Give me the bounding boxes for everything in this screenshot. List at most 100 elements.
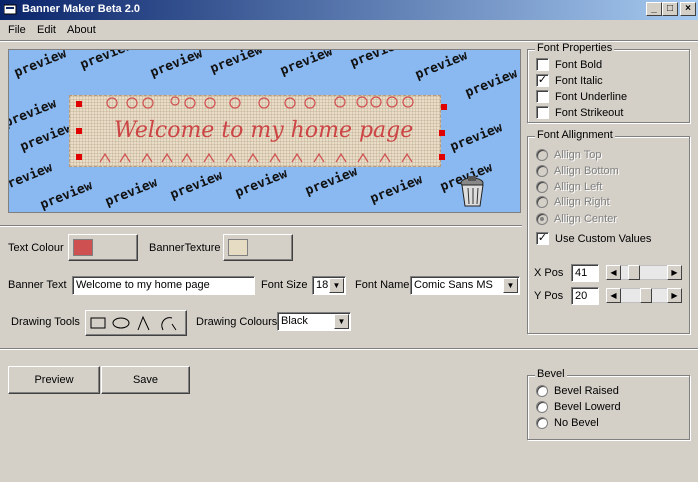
align-left-radio[interactable]: Allign Left (536, 181, 602, 193)
minimize-button[interactable]: _ (646, 2, 662, 16)
no-bevel-radio[interactable]: No Bevel (536, 417, 599, 429)
font-properties-group: Font Properties Font Bold ✓ Font Italic … (527, 42, 690, 123)
ypos-input[interactable]: 20 (571, 287, 599, 305)
font-properties-title: Font Properties (535, 42, 615, 54)
watermark-text: preview (368, 172, 425, 207)
font-size-value: 18 (316, 279, 329, 291)
align-right-label: Allign Right (554, 196, 610, 208)
watermark-text: preview (303, 164, 360, 199)
radio-circle[interactable] (536, 165, 548, 177)
menu-edit[interactable]: Edit (37, 24, 56, 36)
bevel-raised-radio[interactable]: Bevel Raised (536, 385, 619, 397)
radio-circle[interactable] (536, 149, 548, 161)
font-underline-checkbox[interactable]: Font Underline (536, 90, 627, 103)
watermark-text: preview (413, 49, 470, 83)
scroll-right-icon[interactable]: ▶ (667, 265, 682, 280)
font-alignment-title: Font Allignment (535, 129, 615, 141)
radio-circle[interactable] (536, 213, 548, 225)
checkbox-box[interactable] (536, 58, 549, 71)
scroll-right-icon[interactable]: ▶ (667, 288, 682, 303)
resize-handle[interactable] (439, 154, 445, 160)
align-top-radio[interactable]: Allign Top (536, 149, 602, 161)
font-italic-label: Font Italic (555, 74, 603, 87)
maximize-button[interactable]: □ (662, 2, 678, 16)
ellipse-tool-icon[interactable] (112, 317, 130, 329)
font-italic-checkbox[interactable]: ✓ Font Italic (536, 74, 603, 87)
drawing-colours-select[interactable]: Black ▼ (277, 312, 351, 331)
checkbox-box[interactable] (536, 106, 549, 119)
bevel-lowerd-radio[interactable]: Bevel Lowerd (536, 401, 621, 413)
font-size-select[interactable]: 18 ▼ (312, 276, 346, 295)
resize-handle[interactable] (439, 130, 445, 136)
checkbox-box[interactable] (536, 90, 549, 103)
chevron-down-icon[interactable]: ▼ (503, 278, 518, 293)
text-colour-label: Text Colour (8, 242, 64, 254)
scroll-left-icon[interactable]: ◀ (606, 265, 621, 280)
banner-text-render: Welcome to my home page (114, 118, 414, 143)
watermark-text: preview (103, 175, 160, 210)
font-name-label: Font Name (355, 279, 410, 291)
banner-graphic[interactable]: Welcome to my home page (69, 95, 441, 167)
text-colour-button[interactable] (68, 234, 138, 261)
drawing-colours-label: Drawing Colours (196, 316, 278, 328)
checkbox-box[interactable]: ✓ (536, 232, 549, 245)
banner-texture-swatch (228, 239, 248, 256)
bevel-group: Bevel Bevel Raised Bevel Lowerd No Bevel (527, 368, 690, 440)
radio-circle[interactable] (536, 417, 548, 429)
resize-handle[interactable] (441, 104, 447, 110)
preview-button[interactable]: Preview (8, 366, 100, 394)
watermark-text: preview (78, 49, 135, 73)
font-bold-label: Font Bold (555, 58, 603, 71)
font-bold-checkbox[interactable]: Font Bold (536, 58, 602, 71)
align-bottom-radio[interactable]: Allign Bottom (536, 165, 619, 177)
banner-preview[interactable]: preview preview preview preview preview … (8, 49, 521, 213)
save-button[interactable]: Save (101, 366, 190, 394)
radio-circle[interactable] (536, 401, 548, 413)
align-top-label: Allign Top (554, 149, 602, 161)
resize-handle[interactable] (76, 101, 82, 107)
title-bar[interactable]: Banner Maker Beta 2.0 _ □ × (0, 0, 698, 20)
banner-text-input[interactable]: Welcome to my home page (72, 276, 255, 295)
resize-handle[interactable] (76, 128, 82, 134)
align-left-label: Allign Left (554, 181, 603, 193)
align-center-radio[interactable]: Allign Center (536, 213, 617, 225)
font-name-select[interactable]: Comic Sans MS ▼ (410, 276, 520, 295)
xpos-input[interactable]: 41 (571, 264, 599, 282)
radio-circle[interactable] (536, 196, 548, 208)
ypos-scrollbar[interactable]: ◀ ▶ (606, 288, 682, 303)
scroll-left-icon[interactable]: ◀ (606, 288, 621, 303)
watermark-text: preview (38, 178, 95, 213)
checkbox-box[interactable]: ✓ (536, 74, 549, 87)
resize-handle[interactable] (76, 154, 82, 160)
use-custom-values-checkbox[interactable]: ✓ Use Custom Values (536, 232, 651, 245)
banner-texture-button[interactable] (223, 234, 293, 261)
ypos-scroll-thumb[interactable] (640, 288, 652, 303)
close-button[interactable]: × (680, 2, 696, 16)
watermark-text: preview (208, 49, 265, 77)
chevron-down-icon[interactable]: ▼ (329, 278, 344, 293)
menu-about[interactable]: About (67, 24, 96, 36)
watermark-text: preview (8, 160, 55, 195)
rectangle-tool-icon[interactable] (90, 317, 106, 329)
bevel-lowerd-label: Bevel Lowerd (554, 401, 621, 413)
arc-tool-icon[interactable] (158, 314, 180, 332)
drawing-colours-value: Black (281, 315, 308, 327)
radio-circle[interactable] (536, 181, 548, 193)
radio-circle[interactable] (536, 385, 548, 397)
drawing-tools-bar (85, 310, 187, 336)
trash-icon[interactable] (459, 175, 487, 209)
ypos-label: Y Pos (534, 290, 564, 302)
section-divider (0, 225, 522, 227)
font-strikeout-checkbox[interactable]: Font Strikeout (536, 106, 623, 119)
watermark-text: preview (168, 168, 225, 203)
font-underline-label: Font Underline (555, 90, 628, 103)
line-tool-icon[interactable] (136, 315, 152, 331)
watermark-text: preview (463, 66, 520, 101)
menu-file[interactable]: File (8, 24, 26, 36)
align-right-radio[interactable]: Allign Right (536, 196, 610, 208)
bevel-raised-label: Bevel Raised (554, 385, 619, 397)
watermark-text: preview (233, 166, 290, 201)
xpos-scroll-thumb[interactable] (628, 265, 640, 280)
xpos-scrollbar[interactable]: ◀ ▶ (606, 265, 682, 280)
chevron-down-icon[interactable]: ▼ (334, 314, 349, 329)
